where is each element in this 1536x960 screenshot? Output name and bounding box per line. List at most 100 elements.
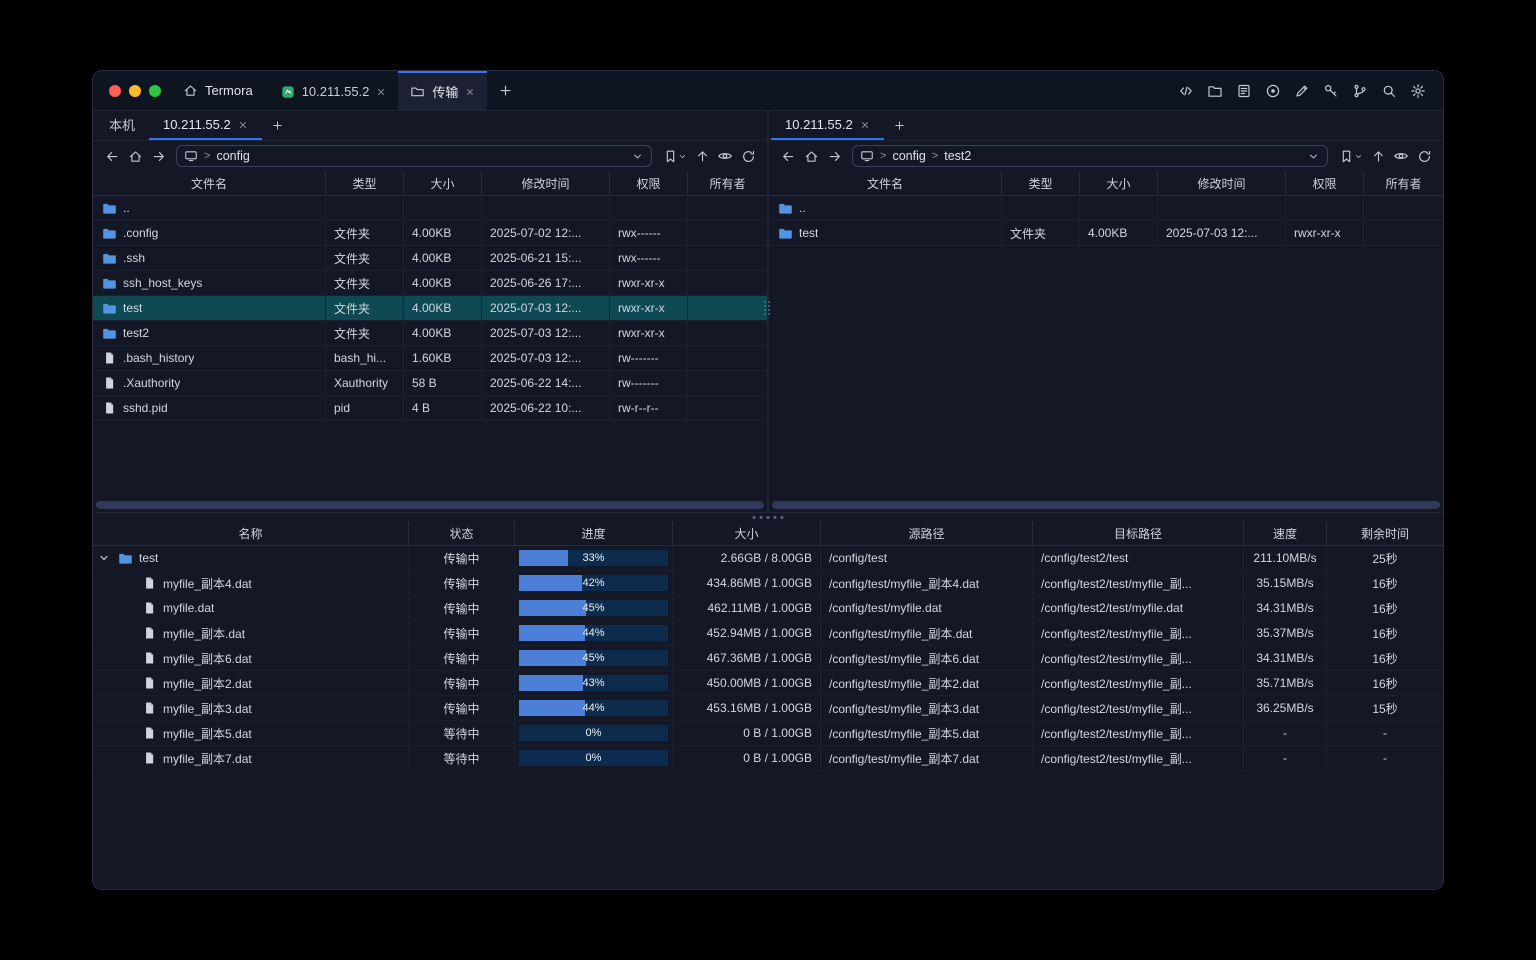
- transfer-column-header[interactable]: 目标路径: [1033, 521, 1244, 545]
- file-row-..[interactable]: ..: [93, 196, 767, 221]
- settings-icon[interactable]: [1409, 82, 1427, 100]
- left-file-column-header[interactable]: 所有者: [688, 171, 767, 195]
- file-row-test2[interactable]: test2文件夹4.00KB2025-07-03 12:...rwxr-xr-x: [93, 321, 767, 346]
- breadcrumb-segment[interactable]: config: [216, 149, 249, 163]
- titlebar[interactable]: Termora 10.211.55.2 传输: [93, 71, 1443, 111]
- right-file-column-header[interactable]: 权限: [1286, 171, 1364, 195]
- refresh-icon[interactable]: [737, 145, 759, 167]
- left-file-column-header[interactable]: 文件名: [93, 171, 326, 195]
- transfer-row-test[interactable]: test传输中33%2.66GB / 8.00GB/config/test/co…: [93, 546, 1443, 571]
- transfer-progress-cell: 0%: [515, 746, 673, 770]
- transfer-splitter[interactable]: [93, 513, 1443, 521]
- progress-label: 44%: [519, 700, 668, 716]
- refresh-icon[interactable]: [1413, 145, 1435, 167]
- transfer-status-cell: 传输中: [409, 696, 515, 720]
- left-file-column-header[interactable]: 类型: [326, 171, 404, 195]
- transfer-column-header[interactable]: 速度: [1244, 521, 1327, 545]
- panel-tab-10.211.55.2[interactable]: 10.211.55.2: [149, 111, 262, 140]
- folder-icon: [101, 326, 117, 341]
- forward-icon[interactable]: [823, 145, 845, 167]
- file-row-test[interactable]: test文件夹4.00KB2025-07-03 12:...rwxr-xr-x: [769, 221, 1443, 246]
- transfer-row-myfile_副本6.dat[interactable]: myfile_副本6.dat传输中45%467.36MB / 1.00GB/co…: [93, 646, 1443, 671]
- transfer-row-myfile_副本.dat[interactable]: myfile_副本.dat传输中44%452.94MB / 1.00GB/con…: [93, 621, 1443, 646]
- new-panel-tab-button[interactable]: [262, 111, 294, 140]
- close-window-button[interactable]: [109, 85, 121, 97]
- transfer-column-header[interactable]: 状态: [409, 521, 515, 545]
- right-file-column-header[interactable]: 修改时间: [1158, 171, 1286, 195]
- folder-icon[interactable]: [1206, 82, 1224, 100]
- app-home-button[interactable]: Termora: [173, 71, 269, 110]
- breadcrumb-segment[interactable]: config: [892, 149, 925, 163]
- file-row-test[interactable]: test文件夹4.00KB2025-07-03 12:...rwxr-xr-x: [93, 296, 767, 321]
- transfer-row-myfile_副本5.dat[interactable]: myfile_副本5.dat等待中0%0 B / 1.00GB/config/t…: [93, 721, 1443, 746]
- code-icon[interactable]: [1177, 82, 1195, 100]
- log-icon[interactable]: [1235, 82, 1253, 100]
- left-file-column-header[interactable]: 大小: [404, 171, 482, 195]
- breadcrumb-segment[interactable]: test2: [944, 149, 971, 163]
- home-icon[interactable]: [800, 145, 822, 167]
- file-row-sshd.pid[interactable]: sshd.pidpid4 B2025-06-22 10:...rw-r--r--: [93, 396, 767, 421]
- back-icon[interactable]: [101, 145, 123, 167]
- expand-chevron-icon[interactable]: [97, 552, 111, 564]
- right-file-column-header[interactable]: 文件名: [769, 171, 1002, 195]
- minimize-window-button[interactable]: [129, 85, 141, 97]
- left-file-column-header[interactable]: 权限: [610, 171, 688, 195]
- window-tab-host[interactable]: 10.211.55.2: [269, 71, 399, 110]
- transfer-column-header[interactable]: 大小: [673, 521, 821, 545]
- left-file-column-header[interactable]: 修改时间: [482, 171, 610, 195]
- transfer-row-myfile_副本3.dat[interactable]: myfile_副本3.dat传输中44%453.16MB / 1.00GB/co…: [93, 696, 1443, 721]
- back-icon[interactable]: [777, 145, 799, 167]
- scrollbar-thumb[interactable]: [96, 501, 764, 509]
- transfer-column-header[interactable]: 名称: [93, 521, 409, 545]
- chevron-down-icon[interactable]: [631, 150, 644, 163]
- key-icon[interactable]: [1322, 82, 1340, 100]
- bookmark-dropdown-icon[interactable]: [678, 152, 688, 161]
- up-icon[interactable]: [1367, 145, 1389, 167]
- file-row-ssh_host_keys[interactable]: ssh_host_keys文件夹4.00KB2025-06-26 17:...r…: [93, 271, 767, 296]
- right-file-column-header[interactable]: 大小: [1080, 171, 1158, 195]
- transfer-column-header[interactable]: 进度: [515, 521, 673, 545]
- transfer-row-myfile_副本2.dat[interactable]: myfile_副本2.dat传输中43%450.00MB / 1.00GB/co…: [93, 671, 1443, 696]
- search-icon[interactable]: [1380, 82, 1398, 100]
- window-tab-transfer[interactable]: 传输: [398, 71, 487, 110]
- file-row-.bash_history[interactable]: .bash_historybash_hi...1.60KB2025-07-03 …: [93, 346, 767, 371]
- scrollbar-thumb[interactable]: [772, 501, 1440, 509]
- file-type-cell: 文件夹: [326, 296, 404, 320]
- panel-tab-10.211.55.2[interactable]: 10.211.55.2: [771, 111, 884, 140]
- bookmark-dropdown-icon[interactable]: [1354, 152, 1364, 161]
- close-icon[interactable]: [238, 120, 248, 130]
- panel-tab-本机[interactable]: 本机: [95, 111, 149, 140]
- splitter-grip-icon[interactable]: [753, 516, 784, 519]
- right-file-column-header[interactable]: 类型: [1002, 171, 1080, 195]
- transfer-column-header[interactable]: 源路径: [821, 521, 1033, 545]
- branch-icon[interactable]: [1351, 82, 1369, 100]
- home-icon[interactable]: [124, 145, 146, 167]
- chevron-down-icon[interactable]: [1307, 150, 1320, 163]
- eye-icon[interactable]: [1390, 145, 1412, 167]
- file-name-cell: test2: [93, 321, 326, 345]
- new-tab-button[interactable]: [487, 71, 523, 110]
- eye-icon[interactable]: [714, 145, 736, 167]
- edit-icon[interactable]: [1293, 82, 1311, 100]
- file-row-.config[interactable]: .config文件夹4.00KB2025-07-02 12:...rwx----…: [93, 221, 767, 246]
- file-row-.Xauthority[interactable]: .XauthorityXauthority58 B2025-06-22 14:.…: [93, 371, 767, 396]
- close-icon[interactable]: [860, 120, 870, 130]
- right-file-column-header[interactable]: 所有者: [1364, 171, 1443, 195]
- left-horizontal-scrollbar[interactable]: [96, 501, 764, 509]
- close-icon[interactable]: [465, 87, 475, 97]
- record-icon[interactable]: [1264, 82, 1282, 100]
- file-row-..[interactable]: ..: [769, 196, 1443, 221]
- transfer-row-myfile_副本4.dat[interactable]: myfile_副本4.dat传输中42%434.86MB / 1.00GB/co…: [93, 571, 1443, 596]
- breadcrumb[interactable]: >config: [176, 145, 652, 167]
- up-icon[interactable]: [691, 145, 713, 167]
- transfer-column-header[interactable]: 剩余时间: [1327, 521, 1443, 545]
- forward-icon[interactable]: [147, 145, 169, 167]
- new-panel-tab-button[interactable]: [884, 111, 916, 140]
- breadcrumb[interactable]: >config>test2: [852, 145, 1328, 167]
- transfer-row-myfile_副本7.dat[interactable]: myfile_副本7.dat等待中0%0 B / 1.00GB/config/t…: [93, 746, 1443, 771]
- close-icon[interactable]: [376, 87, 386, 97]
- zoom-window-button[interactable]: [149, 85, 161, 97]
- transfer-row-myfile.dat[interactable]: myfile.dat传输中45%462.11MB / 1.00GB/config…: [93, 596, 1443, 621]
- right-horizontal-scrollbar[interactable]: [772, 501, 1440, 509]
- file-row-.ssh[interactable]: .ssh文件夹4.00KB2025-06-21 15:...rwx------: [93, 246, 767, 271]
